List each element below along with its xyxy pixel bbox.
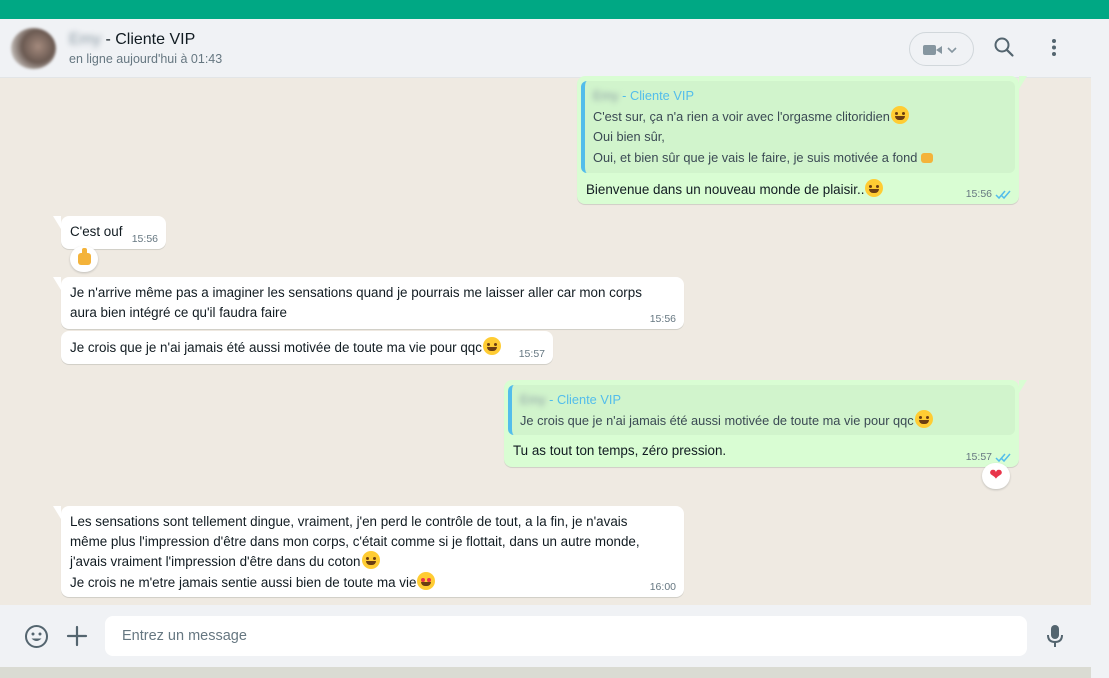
bubble-tail	[53, 277, 61, 290]
contact-name[interactable]: Emy - Cliente VIP	[69, 31, 195, 49]
blurred-name: Emy	[520, 392, 546, 407]
blurred-name: Emy	[593, 88, 619, 103]
contact-name-label: - Cliente VIP	[101, 31, 196, 48]
laughing-tears-emoji-icon	[482, 337, 501, 355]
bubble-tail	[53, 216, 61, 229]
heart-eyes-emoji-icon	[417, 571, 436, 590]
message-time: 15:57	[518, 348, 545, 360]
search-icon[interactable]	[993, 36, 1015, 58]
read-ticks-icon	[995, 453, 1011, 462]
message-text: Tu as tout ton temps, zéro pression.	[513, 443, 727, 458]
chat-header[interactable]: Emy - Cliente VIP en ligne aujourd'hui à…	[0, 19, 1091, 78]
message-meta: 15:57	[519, 348, 545, 360]
message-line: même plus l'impression d'être dans mon c…	[70, 533, 640, 549]
bottom-strip	[0, 667, 1091, 678]
video-call-icon	[923, 45, 957, 55]
quote-line: Oui, et bien sûr que je vais le faire, j…	[593, 150, 918, 165]
smiling-emoji-icon	[865, 179, 884, 197]
bubble-tail	[1019, 76, 1027, 89]
message-line: Les sensations sont tellement dingue, vr…	[70, 514, 628, 529]
message-incoming[interactable]: Je crois que je n'ai jamais été aussi mo…	[61, 331, 553, 364]
quote-author: - Cliente VIP	[618, 88, 694, 103]
quoted-message[interactable]: Emy - Cliente VIP Je crois que je n'ai j…	[508, 385, 1015, 435]
quote-line: C'est sur, ça n'a rien a voir avec l'org…	[593, 109, 890, 124]
message-text: Je n'arrive même pas a imaginer les sens…	[70, 285, 642, 320]
grinning-sweat-emoji-icon	[361, 551, 380, 569]
read-ticks-icon	[995, 190, 1011, 199]
attach-icon[interactable]	[66, 625, 88, 647]
emoji-icon[interactable]	[24, 624, 49, 649]
message-meta: 15:56	[650, 313, 676, 325]
message-line: Je crois ne m'etre jamais sentie aussi b…	[70, 574, 417, 590]
chat-window: Emy - Cliente VIP en ligne aujourd'hui à…	[0, 19, 1091, 667]
message-time: 15:56	[965, 188, 992, 200]
compose-bar	[0, 605, 1091, 667]
quote-line: Je crois que je n'ai jamais été aussi mo…	[520, 413, 914, 428]
window-edge	[1091, 19, 1109, 678]
star-struck-emoji-icon	[890, 106, 909, 124]
blurred-name: Emy	[69, 31, 101, 48]
top-accent-bar	[0, 0, 1109, 19]
message-incoming[interactable]: Je n'arrive même pas a imaginer les sens…	[53, 277, 684, 329]
message-time: 15:57	[965, 451, 992, 463]
message-text: Je crois que je n'ai jamais été aussi mo…	[70, 340, 482, 355]
video-call-button[interactable]	[909, 32, 974, 66]
heart-icon: ❤	[989, 467, 1003, 484]
menu-icon[interactable]	[1044, 36, 1064, 58]
message-incoming[interactable]: Les sensations sont tellement dingue, vr…	[53, 506, 684, 597]
thumbs-up-icon	[77, 248, 91, 265]
thumbs-up-emoji-icon	[918, 147, 936, 165]
reaction-badge[interactable]: ❤	[982, 463, 1010, 489]
message-time: 15:56	[649, 313, 676, 325]
bubble-tail	[1019, 380, 1027, 393]
reaction-badge[interactable]	[70, 246, 98, 272]
quoted-message[interactable]: Emy - Cliente VIP C'est sur, ça n'a rien…	[581, 81, 1015, 173]
message-incoming[interactable]: C'est ouf 15:56	[53, 216, 166, 249]
message-line: j'avais vraiment l'impression d'être dan…	[70, 554, 361, 569]
message-input[interactable]	[105, 616, 1027, 656]
message-outgoing[interactable]: Emy - Cliente VIP C'est sur, ça n'a rien…	[577, 76, 1027, 204]
quote-author: - Cliente VIP	[545, 392, 621, 407]
message-time: 16:00	[649, 581, 676, 593]
message-outgoing[interactable]: Emy - Cliente VIP Je crois que je n'ai j…	[504, 380, 1027, 467]
contact-status: en ligne aujourd'hui à 01:43	[69, 52, 223, 66]
quote-line: Oui bien sûr,	[593, 129, 665, 144]
chevron-down-icon	[947, 47, 957, 54]
message-meta: 15:56	[132, 233, 158, 245]
bubble-tail	[53, 506, 61, 519]
avatar[interactable]	[11, 28, 56, 69]
message-meta: 16:00	[650, 581, 676, 593]
microphone-icon[interactable]	[1045, 623, 1065, 649]
laughing-tears-emoji-icon	[914, 410, 933, 428]
message-meta: 15:56	[966, 188, 1011, 200]
message-text: Bienvenue dans un nouveau monde de plais…	[586, 182, 865, 197]
message-time: 15:56	[131, 233, 158, 245]
message-input-box[interactable]	[105, 616, 1027, 656]
message-meta: 15:57	[966, 451, 1011, 463]
message-text: C'est ouf	[70, 224, 123, 239]
